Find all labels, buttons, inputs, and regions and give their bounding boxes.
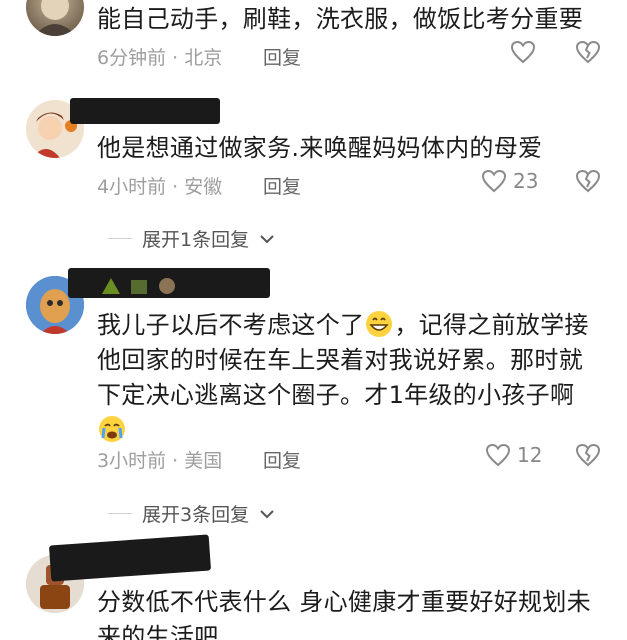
comment-text-line: 下定决心逃离这个圈子。才1年级的小孩子啊 — [97, 381, 575, 409]
broken-heart-icon — [575, 169, 601, 193]
reply-button[interactable]: 回复 — [263, 43, 301, 70]
comment-text-line: 他回家的时候在车上哭着对我说好累。那时就 — [97, 346, 583, 374]
grinning-emoji-icon — [366, 311, 393, 337]
avatar[interactable] — [26, 0, 84, 36]
like-count: 12 — [517, 443, 543, 467]
like-button[interactable]: 12 — [485, 443, 542, 467]
chevron-down-icon — [260, 234, 274, 243]
username-redacted — [70, 98, 220, 124]
expand-replies-button[interactable]: 展开1条回复 — [108, 225, 275, 252]
comment-text-line: 我儿子以后不考虑这个了 ，记得之前放学接 — [97, 308, 597, 343]
avatar-image — [34, 0, 76, 36]
broken-heart-icon — [575, 40, 601, 64]
comment-text-line: 分数低不代表什么 身心健康才重要好好规划未 — [97, 588, 591, 616]
comment-meta: 3小时前 · 美国 — [97, 450, 223, 472]
like-count: 23 — [513, 169, 539, 193]
like-button[interactable]: 23 — [481, 169, 538, 193]
expand-replies-label: 展开1条回复 — [142, 229, 250, 251]
divider — [108, 513, 132, 514]
dislike-button[interactable] — [575, 40, 601, 68]
comment-meta: 4小时前 · 安徽 — [97, 176, 223, 198]
comment-text: 他是想通过做家务.来唤醒妈妈体内的母爱 — [97, 134, 543, 162]
expand-replies-button[interactable]: 展开3条回复 — [108, 500, 275, 527]
reply-button[interactable]: 回复 — [263, 172, 301, 199]
crying-emoji-icon — [99, 416, 125, 442]
badge-icon — [131, 280, 147, 294]
comment-text: 能自己动手，刷鞋，洗衣服，做饭比考分重要 — [97, 5, 583, 33]
badge-icon — [102, 278, 120, 294]
like-button[interactable] — [510, 40, 536, 64]
broken-heart-icon — [575, 443, 601, 467]
heart-icon — [510, 40, 536, 64]
reply-button[interactable]: 回复 — [263, 446, 301, 473]
chevron-down-icon — [260, 509, 274, 518]
divider — [108, 238, 132, 239]
dislike-button[interactable] — [575, 169, 601, 197]
comment-text-line: 来的生活吧 — [97, 623, 219, 640]
comment-text-segment: ，记得之前放学接 — [394, 311, 589, 339]
badge-icon — [159, 278, 175, 294]
comment-text: 分数低不代表什么 身心健康才重要好好规划未 来的生活吧 — [97, 585, 597, 640]
expand-replies-label: 展开3条回复 — [142, 504, 250, 526]
comment-meta: 6分钟前 · 北京 — [97, 47, 223, 69]
comment-text-segment: 我儿子以后不考虑这个了 — [97, 311, 365, 339]
heart-icon — [485, 443, 511, 467]
heart-icon — [481, 169, 507, 193]
dislike-button[interactable] — [575, 443, 601, 471]
comment-text: 我儿子以后不考虑这个了 ，记得之前放学接 他回家的时候在车上哭着对我说好累。那时… — [97, 308, 597, 448]
user-badges — [100, 276, 178, 296]
username-redacted — [48, 534, 212, 582]
